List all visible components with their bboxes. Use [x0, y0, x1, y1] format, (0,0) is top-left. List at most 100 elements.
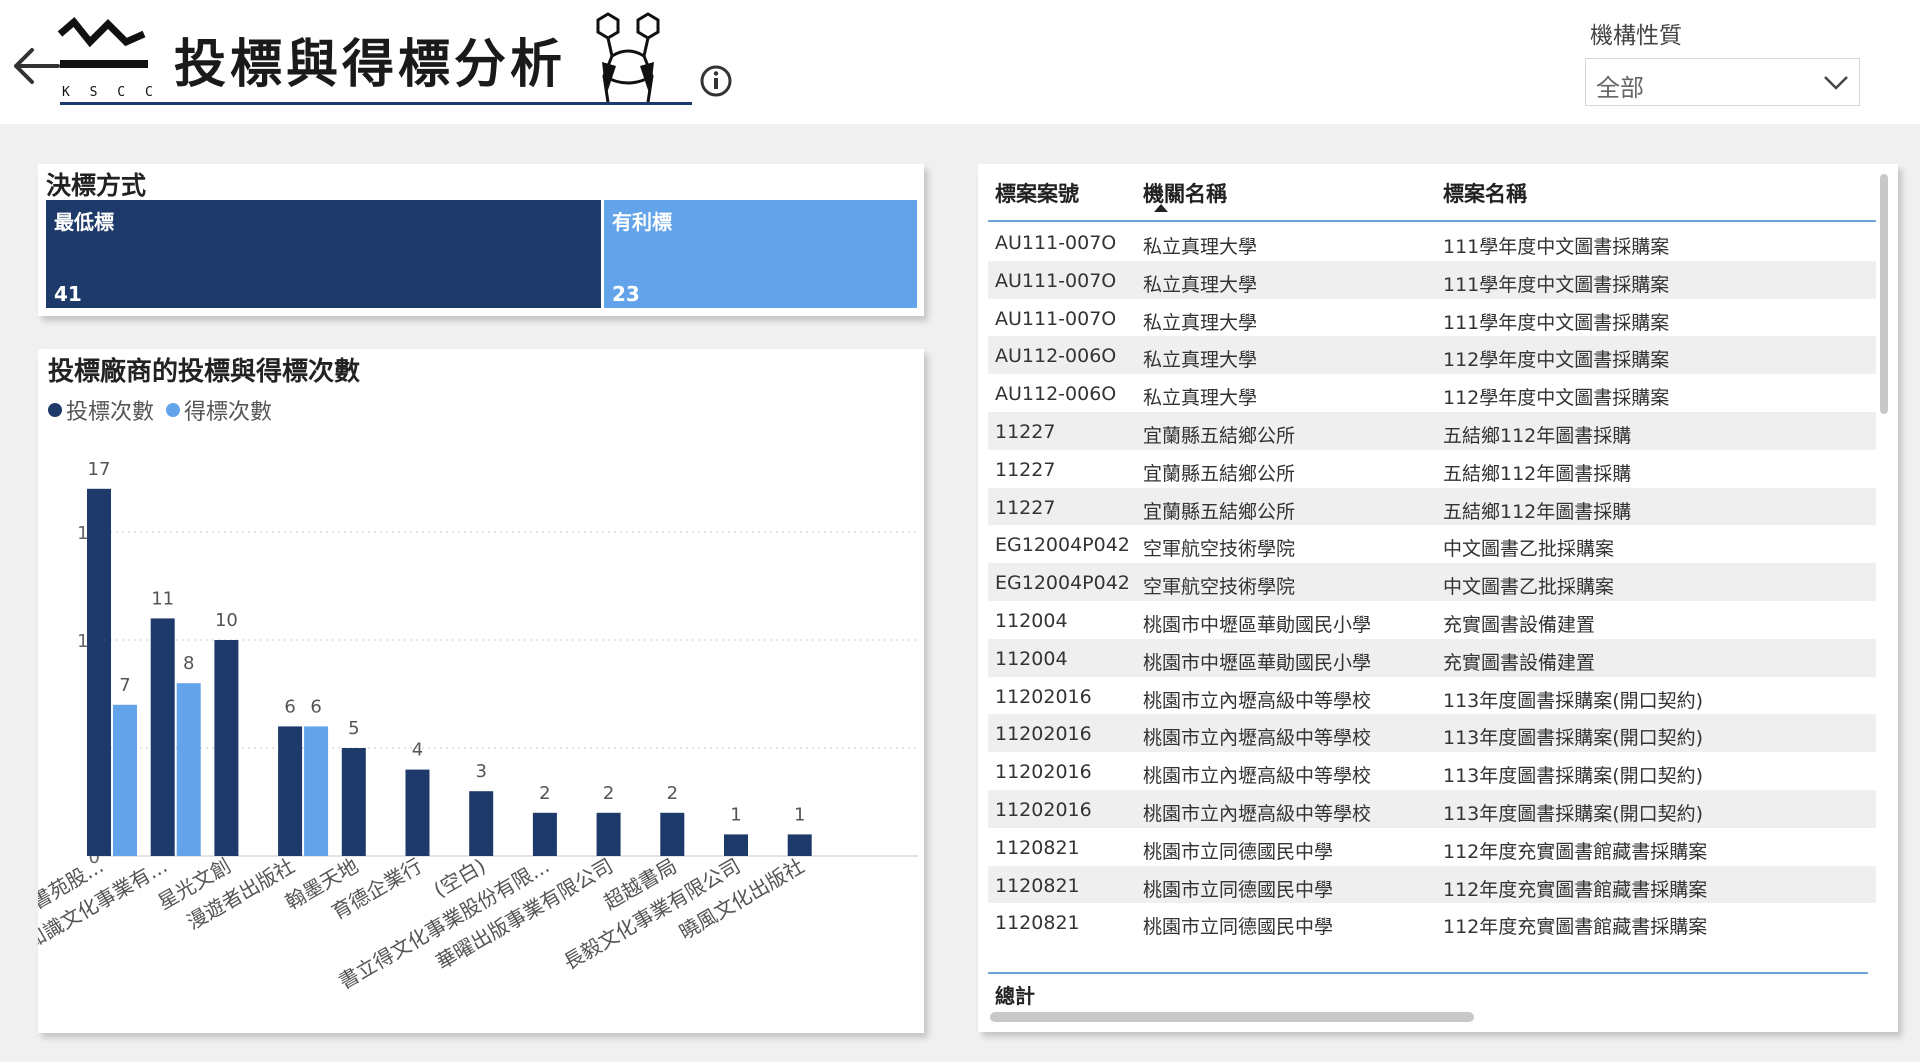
- vertical-scrollbar[interactable]: [1880, 174, 1888, 414]
- cell-tender-no: 11202016: [995, 761, 1092, 784]
- cell-agency: 私立真理大學: [1143, 273, 1258, 296]
- table-row[interactable]: 11227 宜蘭縣五結鄉公所 五結鄉112年圖書採購: [988, 450, 1876, 488]
- legend-dot: [166, 403, 181, 417]
- sort-ascending-icon: [1154, 204, 1168, 212]
- table-row[interactable]: 11227 宜蘭縣五結鄉公所 五結鄉112年圖書採購: [988, 411, 1876, 450]
- table-total-label: 總計: [995, 984, 1035, 1008]
- cell-agency: 宜蘭縣五結鄉公所: [1143, 462, 1296, 485]
- most-advantageous-segment[interactable]: 有利標 23: [604, 200, 917, 308]
- cell-tender-no: EG12004P042: [995, 534, 1130, 557]
- cell-agency: 私立真理大學: [1143, 311, 1258, 334]
- kscc-logo: K S C C: [57, 16, 152, 100]
- column-header-tender-no[interactable]: 標案案號: [995, 178, 1079, 208]
- cell-agency: 空軍航空技術學院: [1143, 576, 1296, 599]
- cell-tender-name: 112年度充實圖書館藏書採購案: [1443, 840, 1708, 863]
- table-row[interactable]: 112004 桃園市中壢區華勛國民小學 充實圖書設備建置: [988, 601, 1876, 639]
- lowest-price-segment[interactable]: 最低標 41: [46, 200, 601, 308]
- cell-tender-no: AU111-007O: [995, 307, 1117, 330]
- slicer-label: 機構性質: [1590, 23, 1682, 49]
- table-row[interactable]: 1120821 桃園市立同德國民中學 112年度充實圖書館藏書採購案: [988, 903, 1876, 937]
- chart-bar: [87, 488, 111, 856]
- table-row[interactable]: AU111-007O 私立真理大學 111學年度中文圖書採購案: [988, 260, 1876, 299]
- cell-tender-no: 1120821: [995, 836, 1080, 859]
- cell-tender-no: AU111-007O: [995, 232, 1117, 254]
- column-header-tender-name[interactable]: 標案名稱: [1443, 178, 1527, 208]
- info-icon[interactable]: [699, 64, 733, 98]
- cell-tender-name: 113年度圖書採購案(開口契約): [1443, 765, 1704, 788]
- bar-data-label: 1: [794, 804, 805, 825]
- chart-bar: [304, 726, 329, 856]
- table-row[interactable]: 1120821 桃園市立同德國民中學 112年度充實圖書館藏書採購案: [988, 865, 1876, 904]
- chart-title: 投標廠商的投標與得標次數: [48, 357, 361, 387]
- bar-data-label: 8: [183, 653, 194, 674]
- cell-agency: 桃園市立同德國民中學: [1143, 840, 1334, 863]
- legend-item-bids[interactable]: 投標次數: [48, 394, 154, 426]
- cell-tender-no: 11227: [995, 458, 1056, 481]
- chart-bar: [724, 834, 748, 856]
- legend-label: 得標次數: [184, 400, 273, 425]
- chart-bar: [405, 769, 430, 856]
- chart-bar: [214, 640, 239, 856]
- segment-value: 41: [54, 282, 82, 306]
- segment-label: 最低標: [54, 210, 114, 234]
- cell-tender-name: 充實圖書設備建置: [1443, 613, 1596, 636]
- institution-type-dropdown[interactable]: 全部: [1585, 58, 1860, 106]
- cell-tender-name: 五結鄉112年圖書採購: [1443, 462, 1632, 485]
- cell-tender-no: EG12004P042: [995, 572, 1130, 595]
- cell-agency: 桃園市立內壢高級中等學校: [1143, 727, 1372, 750]
- bar-data-label: 3: [475, 761, 486, 782]
- chart-bar: [176, 683, 201, 856]
- cell-tender-name: 五結鄉112年圖書採購: [1443, 500, 1632, 523]
- bar-data-label: 7: [119, 675, 130, 696]
- bar-data-label: 6: [284, 696, 295, 717]
- table-row[interactable]: AU112-006O 私立真理大學 112學年度中文圖書採購案: [988, 336, 1876, 375]
- table-row[interactable]: 11227 宜蘭縣五結鄉公所 五結鄉112年圖書採購: [988, 487, 1876, 526]
- slicer-value: 全部: [1596, 74, 1644, 102]
- cell-agency: 私立真理大學: [1143, 349, 1258, 372]
- cell-tender-name: 111學年度中文圖書採購案: [1443, 273, 1670, 296]
- award-method-panel: 決標方式 最低標 41 有利標 23: [38, 164, 924, 316]
- chart-bar: [278, 726, 303, 856]
- cell-tender-name: 113年度圖書採購案(開口契約): [1443, 689, 1704, 712]
- table-row[interactable]: AU112-006O 私立真理大學 112學年度中文圖書採購案: [988, 374, 1876, 412]
- bar-data-label: 2: [603, 783, 614, 804]
- cell-agency: 宜蘭縣五結鄉公所: [1143, 500, 1296, 523]
- table-row[interactable]: EG12004P042 空軍航空技術學院 中文圖書乙批採購案: [988, 525, 1876, 563]
- chart-bar: [150, 618, 175, 856]
- cell-agency: 桃園市中壢區華勛國民小學: [1143, 651, 1372, 674]
- chart-bar: [113, 704, 137, 856]
- table-total-divider: [988, 972, 1868, 974]
- table-row[interactable]: AU111-007O 私立真理大學 111學年度中文圖書採購案: [988, 223, 1876, 261]
- cell-tender-no: 1120821: [995, 874, 1080, 897]
- bar-data-label: 2: [667, 783, 678, 804]
- cell-tender-name: 111學年度中文圖書採購案: [1443, 311, 1670, 334]
- bar-data-label: 1: [730, 804, 741, 825]
- table-row[interactable]: 11202016 桃園市立內壢高級中等學校 113年度圖書採購案(開口契約): [988, 752, 1876, 790]
- back-arrow-icon[interactable]: [10, 40, 62, 92]
- chart-bar: [596, 812, 621, 856]
- cell-tender-no: 112004: [995, 647, 1068, 670]
- cell-tender-no: AU112-006O: [995, 345, 1117, 368]
- table-row[interactable]: 112004 桃園市中壢區華勛國民小學 充實圖書設備建置: [988, 638, 1876, 677]
- cell-tender-no: 11227: [995, 496, 1056, 519]
- logo-text: K S C C: [62, 85, 152, 100]
- cell-tender-name: 112學年度中文圖書採購案: [1443, 349, 1670, 372]
- table-row[interactable]: 1120821 桃園市立同德國民中學 112年度充實圖書館藏書採購案: [988, 828, 1876, 866]
- table-row[interactable]: 11202016 桃園市立內壢高級中等學校 113年度圖書採購案(開口契約): [988, 714, 1876, 753]
- cell-tender-name: 112學年度中文圖書採購案: [1443, 387, 1670, 410]
- table-row[interactable]: AU111-007O 私立真理大學 111學年度中文圖書採購案: [988, 299, 1876, 337]
- table-row[interactable]: EG12004P042 空軍航空技術學院 中文圖書乙批採購案: [988, 563, 1876, 601]
- horizontal-scrollbar[interactable]: [990, 1012, 1474, 1022]
- cell-tender-name: 中文圖書乙批採購案: [1443, 576, 1615, 599]
- bar-data-label: 17: [88, 459, 111, 480]
- table-row[interactable]: 11202016 桃園市立內壢高級中等學校 113年度圖書採購案(開口契約): [988, 677, 1876, 715]
- cell-tender-no: 1120821: [995, 912, 1080, 935]
- cell-tender-no: 11202016: [995, 723, 1092, 746]
- bar-data-label: 5: [348, 718, 359, 739]
- bid-chart: 051015177青雲書苑股...118藍海知識文化事業有...10星光文創66…: [38, 459, 918, 994]
- cell-tender-no: 112004: [995, 609, 1068, 632]
- cell-agency: 桃園市立同德國民中學: [1143, 878, 1334, 901]
- chart-bar: [341, 748, 366, 856]
- table-row[interactable]: 11202016 桃園市立內壢高級中等學校 113年度圖書採購案(開口契約): [988, 789, 1876, 828]
- legend-item-awards[interactable]: 得標次數: [166, 394, 272, 426]
